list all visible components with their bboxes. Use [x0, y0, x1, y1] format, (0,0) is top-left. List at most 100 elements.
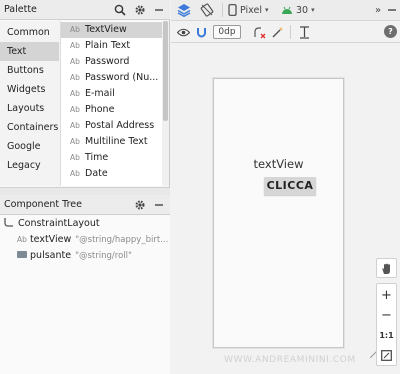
button-widget-icon — [17, 251, 27, 258]
fit-screen-icon — [381, 349, 392, 361]
zoom-out-button[interactable]: − — [377, 305, 396, 325]
text-widget-icon: Ab — [17, 235, 27, 244]
constraint-layout-icon — [4, 218, 13, 227]
tree-node-hint: "@string/happy_birt... — [75, 235, 169, 245]
palette-item[interactable]: Ab Date — [61, 166, 162, 182]
scrollbar-thumb[interactable] — [163, 21, 168, 121]
palette-item-label: Date — [85, 168, 108, 179]
text-widget-icon: Ab — [70, 137, 80, 146]
gear-icon[interactable] — [132, 2, 148, 18]
eye-icon[interactable] — [175, 24, 191, 40]
palette-item[interactable]: Ab Multiline Text — [61, 134, 162, 150]
api-level: 30 — [296, 4, 309, 16]
pane-splitter[interactable] — [0, 187, 170, 195]
tree-node[interactable]: Ab textView "@string/happy_birt... — [17, 232, 168, 248]
margin-value: 0dp — [218, 27, 236, 37]
gear-icon[interactable] — [132, 197, 148, 213]
text-widget-icon: Ab — [70, 169, 80, 178]
text-widget-icon: Ab — [70, 41, 80, 50]
zoom-controls: + − 1:1 — [376, 283, 397, 366]
pan-button[interactable] — [376, 258, 397, 278]
category-common[interactable]: Common — [0, 23, 59, 42]
palette-item[interactable]: Ab TextView — [61, 22, 162, 38]
component-tree-header: Component Tree — [0, 195, 170, 215]
tree-node-label: textView — [29, 234, 72, 245]
tree-node[interactable]: pulsante "@string/roll" — [17, 248, 132, 264]
palette-header: Palette — [0, 0, 170, 20]
watermark: WWW.ANDREAMININI.COM — [224, 355, 356, 365]
category-text[interactable]: Text — [0, 42, 59, 61]
palette-item-label: Password — [85, 56, 130, 67]
zoom-actual-size-button[interactable]: 1:1 — [377, 325, 396, 345]
palette-item[interactable]: Ab Postal Address — [61, 118, 162, 134]
palette-item-label: Password (Nu... — [85, 72, 159, 83]
palette-item[interactable]: Ab E-mail — [61, 86, 162, 102]
palette-items: Ab TextView Ab Plain Text Ab Password Ab Pas… — [60, 21, 162, 186]
infer-constraints-icon[interactable] — [269, 24, 285, 40]
minimize-icon[interactable] — [386, 2, 398, 18]
clear-constraints-icon[interactable] — [251, 24, 267, 40]
component-tree-title: Component Tree — [4, 199, 82, 210]
phone-icon — [228, 4, 237, 16]
tree-node-label: pulsante — [30, 250, 72, 261]
category-google[interactable]: Google — [0, 137, 59, 156]
default-margin-selector[interactable]: 0dp — [213, 25, 241, 39]
palette-item-label: Multiline Text — [85, 136, 148, 147]
palette-item[interactable]: Ab Time — [61, 150, 162, 166]
magnet-icon[interactable] — [193, 24, 209, 40]
layers-icon[interactable] — [176, 2, 192, 18]
text-widget-icon: Ab — [70, 89, 80, 98]
palette-item-label: E-mail — [85, 88, 115, 99]
category-containers[interactable]: Containers — [0, 118, 59, 137]
category-widgets[interactable]: Widgets — [0, 80, 59, 99]
palette-item[interactable]: Ab Password — [61, 54, 162, 70]
tree-node-label: ConstraintLayout — [18, 218, 100, 229]
component-tree: ConstraintLayout Ab textView "@string/hap… — [0, 215, 170, 374]
palette-item-label: Plain Text — [85, 40, 131, 51]
text-widget-icon: Ab — [70, 57, 80, 66]
palette-categories: Common Text Buttons Widgets Layouts Cont… — [0, 21, 60, 186]
palette-item-label: Time — [85, 152, 109, 163]
device-selector[interactable]: Pixel ▾ — [228, 2, 278, 18]
design-toolbar: Pixel ▾ 30 ▾ » — [171, 0, 400, 21]
category-layouts[interactable]: Layouts — [0, 99, 59, 118]
palette-item-label: Phone — [85, 104, 115, 115]
api-level-selector[interactable]: 30 ▾ — [281, 2, 317, 18]
chevron-down-icon: ▾ — [264, 6, 269, 14]
palette-item-label: TextView — [85, 24, 127, 35]
zoom-in-button[interactable]: + — [377, 285, 396, 305]
chevron-down-icon: ▾ — [311, 6, 315, 14]
tree-node-root[interactable]: ConstraintLayout — [3, 216, 100, 232]
palette-item[interactable]: Ab Plain Text — [61, 38, 162, 54]
text-widget-icon: Ab — [70, 121, 80, 130]
minimize-icon[interactable] — [151, 2, 167, 18]
text-widget-icon: Ab — [70, 105, 80, 114]
text-widget-icon: Ab — [70, 73, 80, 82]
android-icon — [282, 6, 292, 14]
device-name: Pixel — [240, 4, 262, 16]
palette-item[interactable]: Ab Phone — [61, 102, 162, 118]
minimize-icon[interactable] — [151, 197, 167, 213]
search-icon[interactable] — [112, 2, 128, 18]
tree-node-hint: "@string/roll" — [75, 251, 132, 261]
palette-item[interactable]: Ab Password (Nu... — [61, 70, 162, 86]
hand-icon — [377, 259, 396, 279]
canvas-button[interactable]: CLICCA — [264, 177, 316, 195]
palette-item-label: Postal Address — [85, 120, 155, 131]
more-chevron-icon[interactable]: » — [372, 2, 384, 18]
help-icon[interactable]: ? — [384, 25, 397, 38]
orientation-icon[interactable] — [199, 2, 215, 18]
toolbar-divider — [290, 25, 291, 39]
device-preview — [213, 78, 344, 348]
category-buttons[interactable]: Buttons — [0, 61, 59, 80]
palette-scrollbar[interactable] — [162, 21, 169, 186]
canvas-textview[interactable]: textView — [213, 157, 344, 171]
text-widget-icon: Ab — [70, 153, 80, 162]
category-legacy[interactable]: Legacy — [0, 156, 59, 175]
baseline-icon[interactable] — [296, 24, 312, 40]
text-widget-icon: Ab — [70, 25, 80, 34]
zoom-fit-button[interactable] — [377, 345, 396, 365]
toolbar-divider — [222, 3, 223, 17]
palette-title: Palette — [4, 4, 37, 15]
constraint-toolbar: 0dp ? — [171, 21, 400, 43]
